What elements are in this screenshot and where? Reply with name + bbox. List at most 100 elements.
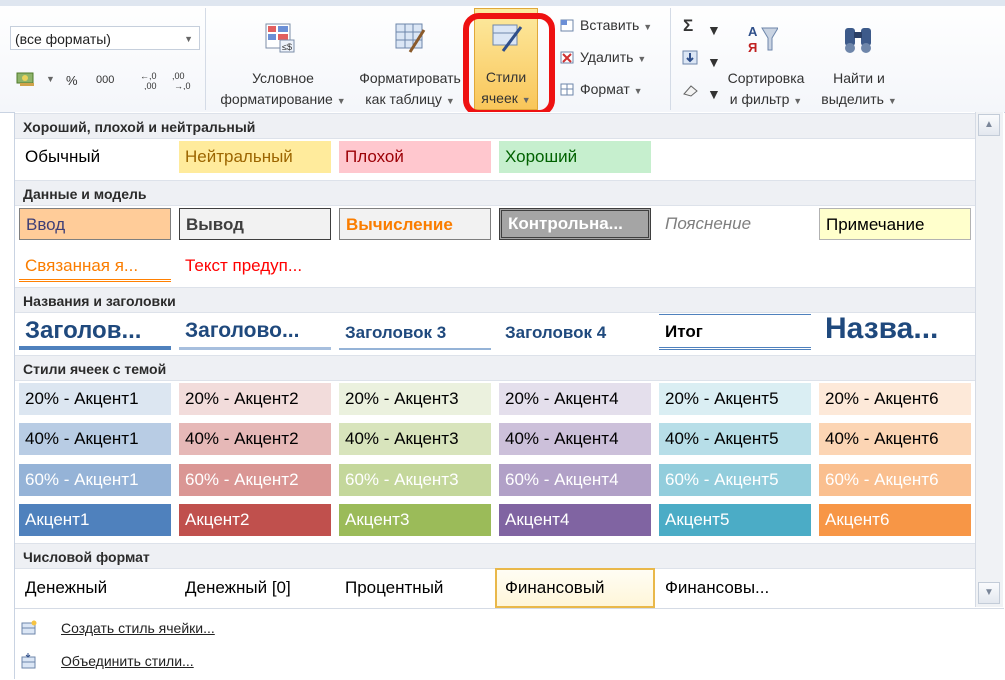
format-label: Формат (580, 81, 630, 97)
style-tile-heading-2[interactable]: Заголово... (179, 314, 331, 350)
style-tile-normal[interactable]: Обычный (19, 141, 171, 173)
style-tile-explanatory[interactable]: Пояснение (659, 208, 811, 240)
style-tile-input[interactable]: Ввод (19, 208, 171, 240)
svg-text:Я: Я (748, 40, 757, 54)
style-tile-theme-3-2[interactable]: 60% - Акцент2 (179, 464, 331, 496)
chevron-down-icon: ▼ (633, 86, 643, 96)
decrease-decimal-icon[interactable]: ,00 →,0 (172, 70, 194, 90)
svg-text:,00: ,00 (144, 81, 157, 90)
number-format-dropdown[interactable]: (все форматы) ▼ (10, 26, 200, 50)
format-cells-icon (560, 83, 574, 96)
style-tile-total[interactable]: Итог (659, 314, 811, 350)
style-tile-theme-2-3[interactable]: 40% - Акцент3 (339, 423, 491, 455)
style-tile-title[interactable]: Назва... (819, 310, 971, 350)
style-tile-note[interactable]: Примечание (819, 208, 971, 240)
style-tile-theme-3-5[interactable]: 60% - Акцент5 (659, 464, 811, 496)
menu-item-merge-styles[interactable]: Объединить стили... (15, 646, 995, 676)
chevron-down-icon: ▼ (887, 96, 897, 106)
style-tile-theme-1-4[interactable]: 20% - Акцент4 (499, 383, 651, 415)
style-tile-theme-1-5[interactable]: 20% - Акцент5 (659, 383, 811, 415)
style-tile-linked-cell[interactable]: Связанная я... (19, 250, 171, 282)
style-tile-heading-4[interactable]: Заголовок 4 (499, 314, 651, 350)
style-tile-output[interactable]: Вывод (179, 208, 331, 240)
ribbon: (все форматы) ▼ ▼ % 000 ←,0 ,00 ,00 →,0 … (0, 0, 1005, 116)
style-tile-heading-3[interactable]: Заголовок 3 (339, 314, 491, 350)
sort-filter-button[interactable]: А Я Сортировка и фильтр ▼ (718, 0, 814, 112)
delete-label: Удалить (580, 49, 634, 65)
menu-item-label: Создать стиль ячейки... (61, 620, 215, 636)
style-tile-good[interactable]: Хороший (499, 141, 651, 173)
scroll-up-button[interactable]: ▲ (978, 114, 1000, 136)
svg-text:≤$: ≤$ (282, 42, 292, 52)
conditional-formatting-label-1: Условное (252, 70, 314, 86)
style-tile-theme-3-3[interactable]: 60% - Акцент3 (339, 464, 491, 496)
ribbon-separator (670, 8, 671, 110)
svg-text:→,0: →,0 (174, 81, 191, 90)
format-as-table-button[interactable]: Форматировать как таблицу ▼ (354, 0, 466, 112)
style-tile-theme-4-2[interactable]: Акцент2 (179, 504, 331, 536)
sort-filter-label-2: и фильтр (729, 91, 790, 107)
style-tile-theme-1-6[interactable]: 20% - Акцент6 (819, 383, 971, 415)
thousands-separator-button[interactable]: 000 (96, 74, 114, 86)
style-tile-theme-2-4[interactable]: 40% - Акцент4 (499, 423, 651, 455)
style-tile-theme-2-1[interactable]: 40% - Акцент1 (19, 423, 171, 455)
fill-down-icon[interactable] (682, 50, 700, 66)
chevron-down-icon: ▼ (184, 34, 193, 44)
style-tile-theme-4-4[interactable]: Акцент4 (499, 504, 651, 536)
insert-cells-button[interactable]: Вставить ▼ (560, 17, 652, 33)
currency-icon[interactable] (16, 70, 38, 88)
style-tile-percent[interactable]: Процентный (339, 571, 491, 605)
delete-cells-button[interactable]: Удалить ▼ (560, 49, 646, 65)
chevron-down-icon[interactable]: ▼ (46, 74, 55, 84)
style-tile-currency-0[interactable]: Денежный [0] (179, 571, 331, 605)
find-select-button[interactable]: Найти и выделить ▼ (814, 0, 904, 112)
conditional-formatting-button[interactable]: ≤$ Условное форматирование ▼ (212, 0, 354, 112)
autosum-button[interactable]: Σ (683, 16, 693, 36)
gallery-scrollbar[interactable]: ▲ ▼ (975, 112, 1003, 607)
format-as-table-label-2: как таблицу (365, 91, 442, 107)
menu-item-new-style[interactable]: Создать стиль ячейки... (15, 613, 995, 643)
style-tile-theme-4-5[interactable]: Акцент5 (659, 504, 811, 536)
style-tile-currency[interactable]: Денежный (19, 571, 171, 605)
format-cells-button[interactable]: Формат ▼ (560, 81, 643, 97)
conditional-formatting-icon: ≤$ (265, 23, 295, 53)
insert-label: Вставить (580, 17, 640, 33)
style-tile-theme-4-3[interactable]: Акцент3 (339, 504, 491, 536)
svg-text:,00: ,00 (172, 71, 185, 81)
find-select-label-2: выделить (821, 91, 884, 107)
section-header: Стили ячеек с темой (15, 355, 975, 381)
style-tile-calculation[interactable]: Вычисление (339, 208, 491, 240)
increase-decimal-icon[interactable]: ←,0 ,00 (140, 70, 162, 90)
section-header: Хороший, плохой и нейтральный (15, 113, 975, 139)
style-tile-heading-1[interactable]: Заголов... (19, 314, 171, 350)
style-tile-check-cell[interactable]: Контрольна... (499, 208, 651, 240)
chevron-down-icon: ▼ (336, 96, 346, 106)
svg-text:А: А (748, 24, 758, 39)
section-header: Данные и модель (15, 180, 975, 206)
percent-button[interactable]: % (66, 73, 78, 88)
style-tile-theme-3-1[interactable]: 60% - Акцент1 (19, 464, 171, 496)
style-tile-comma[interactable]: Финансовый (495, 568, 655, 608)
merge-styles-icon (21, 653, 36, 669)
style-tile-theme-1-3[interactable]: 20% - Акцент3 (339, 383, 491, 415)
style-tile-theme-3-4[interactable]: 60% - Акцент4 (499, 464, 651, 496)
style-tile-theme-4-6[interactable]: Акцент6 (819, 504, 971, 536)
style-tile-theme-2-2[interactable]: 40% - Акцент2 (179, 423, 331, 455)
style-tile-theme-2-5[interactable]: 40% - Акцент5 (659, 423, 811, 455)
style-tile-theme-2-6[interactable]: 40% - Акцент6 (819, 423, 971, 455)
conditional-formatting-label-2: форматирование (220, 91, 333, 107)
ribbon-separator (205, 8, 206, 110)
style-tile-bad[interactable]: Плохой (339, 141, 491, 173)
eraser-icon[interactable] (682, 82, 700, 98)
style-tile-neutral[interactable]: Нейтральный (179, 141, 331, 173)
style-tile-comma-0[interactable]: Финансовы... (659, 571, 811, 605)
insert-cells-icon (560, 19, 574, 32)
cell-styles-gallery: Хороший, плохой и нейтральный Обычный Не… (14, 112, 1004, 679)
style-tile-theme-1-1[interactable]: 20% - Акцент1 (19, 383, 171, 415)
scroll-down-button[interactable]: ▼ (978, 582, 1000, 604)
style-tile-theme-3-6[interactable]: 60% - Акцент6 (819, 464, 971, 496)
style-tile-theme-4-1[interactable]: Акцент1 (19, 504, 171, 536)
style-tile-warning-text[interactable]: Текст предуп... (179, 250, 331, 282)
section-header: Числовой формат (15, 543, 975, 569)
style-tile-theme-1-2[interactable]: 20% - Акцент2 (179, 383, 331, 415)
